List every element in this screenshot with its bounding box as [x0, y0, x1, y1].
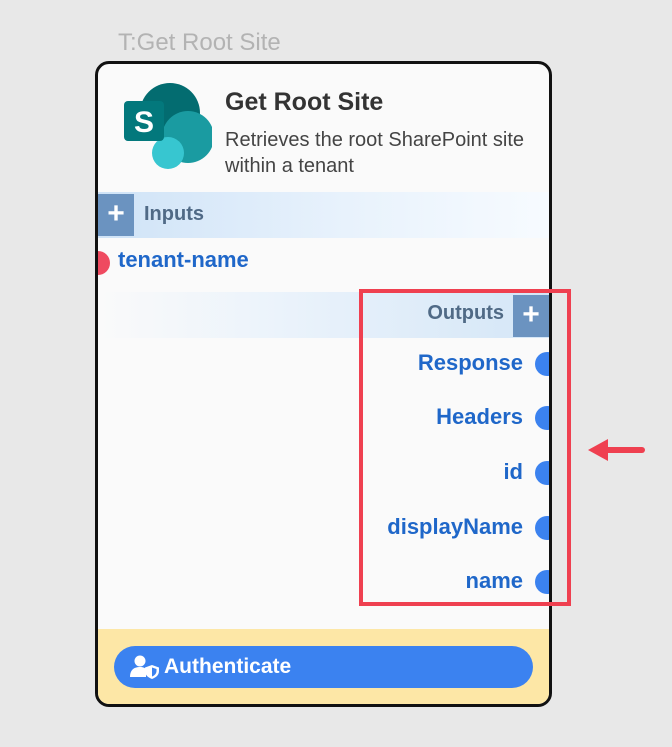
node-tag: T:Get Root Site: [118, 29, 281, 56]
pointer-arrow-icon: [588, 439, 645, 461]
authenticate-label: Authenticate: [164, 655, 292, 678]
input-tenant-name[interactable]: tenant-name: [98, 244, 549, 280]
user-shield-icon: [130, 655, 159, 679]
input-port[interactable]: [98, 251, 110, 275]
logo-letter: S: [134, 106, 154, 139]
authenticate-button[interactable]: Authenticate: [114, 646, 533, 688]
inputs-label: Inputs: [144, 203, 204, 225]
auth-footer: Authenticate: [98, 629, 549, 704]
add-input-button[interactable]: +: [98, 194, 134, 236]
node-description: Retrieves the root SharePoint site withi…: [225, 129, 525, 177]
node-title: Get Root Site: [225, 88, 384, 116]
outputs-highlight-box: [359, 289, 571, 606]
inputs-header: + Inputs: [98, 192, 549, 238]
sharepoint-logo-icon: S: [124, 83, 212, 169]
input-label: tenant-name: [118, 247, 249, 272]
